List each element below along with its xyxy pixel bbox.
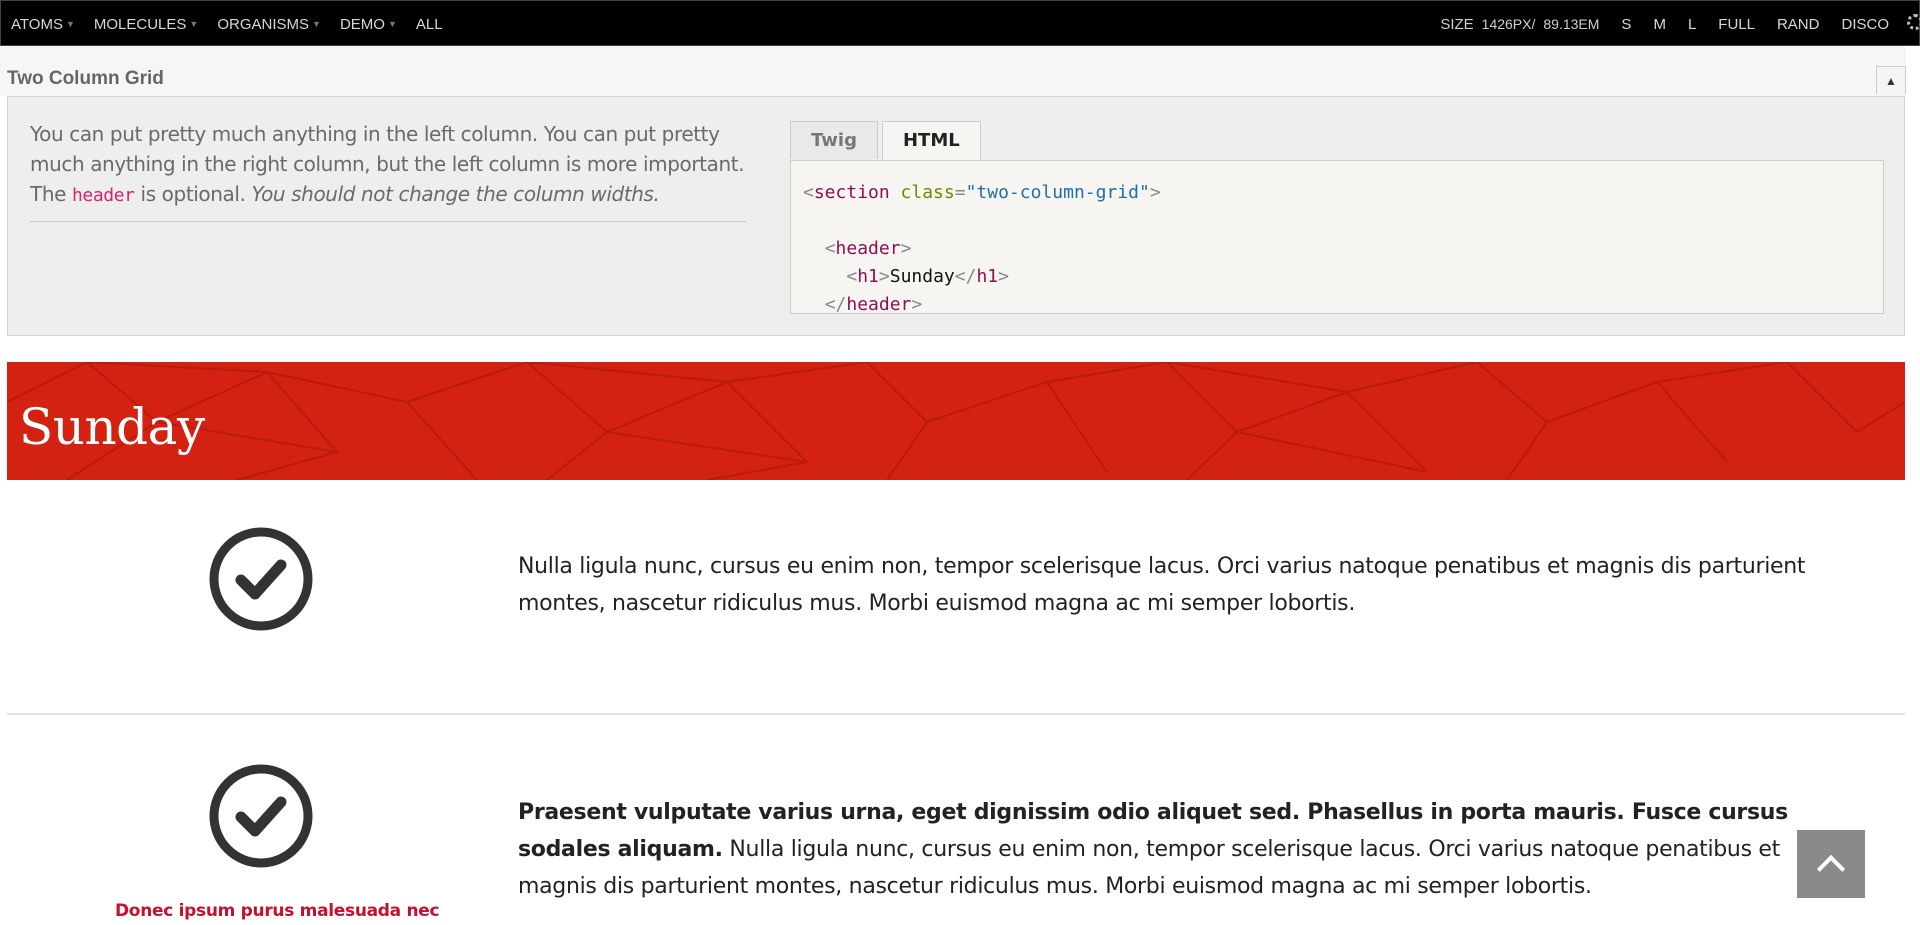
code-punc: < — [824, 238, 836, 259]
code-punc: > — [900, 238, 912, 259]
nav-all-label: ALL — [415, 15, 443, 33]
pattern-lab-toolbar: ATOMS ▼ MOLECULES ▼ ORGANISMS ▼ DEMO ▼ ALL S… — [0, 0, 1920, 46]
hero-pattern — [7, 362, 1905, 480]
code-tag: section — [813, 182, 890, 203]
grid-row: Nulla ligula nunc, cursus eu enim non, t… — [7, 480, 1905, 715]
back-to-top-button[interactable] — [1797, 830, 1865, 898]
code-punc: < — [803, 182, 814, 203]
check-circle-icon — [209, 764, 313, 868]
code-line: <h1>Sunday</h1> — [803, 263, 1883, 291]
section-heading: Sunday — [19, 398, 205, 456]
nav-organisms-label: ORGANISMS — [217, 15, 310, 33]
viewport-disco-button[interactable]: DISCO — [1841, 16, 1889, 33]
code-punc: > — [998, 266, 1009, 287]
viewport-small-button[interactable]: S — [1621, 16, 1631, 33]
triangle-up-icon[interactable]: ▲ — [1876, 66, 1906, 94]
code-punc: < — [846, 266, 858, 287]
code-punc: > — [1149, 182, 1161, 203]
viewport-large-button[interactable]: L — [1688, 16, 1696, 33]
nav-molecules-label: MOLECULES — [93, 15, 187, 33]
code-tag: h1 — [857, 266, 879, 287]
code-tag: h1 — [976, 266, 999, 287]
desc-code: header — [71, 185, 135, 206]
desc-text-2: is optional. — [134, 182, 252, 206]
nav-molecules[interactable]: MOLECULES ▼ — [94, 16, 198, 33]
nav-demo[interactable]: DEMO ▼ — [340, 16, 397, 33]
viewport-medium-button[interactable]: M — [1653, 16, 1666, 33]
size-label: SIZE — [1440, 15, 1474, 33]
pattern-info-panel: You can put pretty much anything in the … — [7, 96, 1905, 336]
pattern-nav: ATOMS ▼ MOLECULES ▼ ORGANISMS ▼ DEMO ▼ ALL — [11, 1, 462, 47]
nav-organisms[interactable]: ORGANISMS ▼ — [217, 16, 321, 33]
chevron-up-icon — [1816, 854, 1846, 884]
nav-atoms[interactable]: ATOMS ▼ — [11, 16, 75, 33]
nav-demo-label: DEMO — [339, 15, 385, 33]
code-attr: class — [889, 182, 955, 203]
gear-icon[interactable] — [1907, 14, 1920, 30]
code-punc: > — [878, 266, 890, 287]
code-punc: </ — [954, 266, 977, 287]
viewport-random-button[interactable]: RAND — [1777, 16, 1820, 33]
caret-down-icon: ▼ — [189, 19, 199, 29]
caret-down-icon: ▼ — [312, 19, 321, 29]
code-punc: = — [954, 182, 966, 203]
pattern-description: You can put pretty much anything in the … — [30, 119, 750, 211]
section-header: Sunday — [7, 362, 1905, 480]
grid-row: Donec ipsum purus malesuada nec Praesent… — [7, 715, 1905, 925]
tab-twig[interactable]: Twig — [790, 121, 878, 159]
caret-down-icon: ▼ — [65, 19, 75, 29]
tab-html[interactable]: HTML — [881, 121, 981, 161]
code-punc: > — [911, 294, 923, 314]
nav-all[interactable]: ALL — [416, 16, 443, 33]
divider — [30, 221, 746, 222]
caret-down-icon: ▼ — [387, 19, 397, 29]
viewport-controls: SIZE 1426PX / 89.13EM S M L FULL RAND DI… — [1440, 1, 1889, 47]
pattern-header: Two Column Grid ▲ — [0, 46, 1906, 96]
row-body: Praesent vulputate varius urna, eget dig… — [518, 794, 1828, 905]
code-tag: header — [835, 238, 901, 259]
pattern-title: Two Column Grid — [7, 68, 164, 89]
size-readout: SIZE 1426PX / 89.13EM — [1440, 16, 1599, 33]
code-tabs: Twig HTML — [790, 121, 985, 161]
code-line: <section class="two-column-grid"> — [803, 179, 1883, 207]
code-tag: header — [846, 294, 912, 314]
row-body-text: Nulla ligula nunc, cursus eu enim non, t… — [518, 554, 1806, 616]
size-px-value[interactable]: 1426PX — [1482, 16, 1532, 32]
code-punc: </ — [824, 294, 847, 314]
size-em-value[interactable]: 89.13EM — [1543, 16, 1599, 32]
check-circle-icon — [209, 527, 313, 631]
code-line: </header> — [803, 291, 1883, 314]
size-separator: / — [1531, 16, 1536, 32]
desc-italic: You should not change the column widths. — [251, 182, 660, 206]
code-viewer[interactable]: <section class="two-column-grid"> <heade… — [790, 160, 1884, 314]
code-line: <header> — [803, 235, 1883, 263]
nav-atoms-label: ATOMS — [11, 15, 63, 33]
code-value: "two-column-grid" — [965, 182, 1150, 203]
viewport-full-button[interactable]: FULL — [1718, 16, 1755, 33]
row-caption: Donec ipsum purus malesuada nec — [115, 901, 440, 921]
code-text: Sunday — [889, 266, 955, 287]
